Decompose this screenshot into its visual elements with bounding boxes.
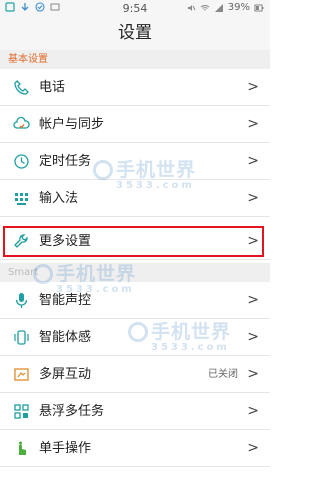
motion-phone-icon — [14, 330, 29, 345]
settings-item-label: 悬浮多任务 — [39, 404, 105, 419]
clock-icon — [14, 154, 29, 169]
section-header-basic: 基本设置 — [0, 50, 270, 69]
chevron-right-icon: > — [247, 403, 259, 419]
chevron-right-icon: > — [247, 190, 259, 206]
settings-item-account-sync[interactable]: 帐户与同步 > — [0, 106, 270, 143]
settings-item-voice-control[interactable]: 智能声控 > — [0, 282, 270, 319]
multiscreen-icon — [14, 368, 29, 381]
settings-item-label: 智能体感 — [39, 330, 92, 345]
settings-item-label: 电话 — [39, 80, 66, 95]
settings-item-label: 智能声控 — [39, 293, 92, 308]
settings-item-scheduled-tasks[interactable]: 定时任务 > — [0, 143, 270, 180]
settings-item-label: 输入法 — [39, 191, 79, 206]
chevron-right-icon: > — [247, 116, 259, 132]
section-header-smart: Smart — [0, 263, 270, 282]
mute-icon — [187, 4, 196, 11]
status-text: 已关闭 — [208, 369, 238, 380]
phone-icon — [14, 80, 29, 95]
settings-item-phone[interactable]: 电话 > — [0, 69, 270, 106]
settings-item-label: 单手操作 — [39, 441, 92, 456]
one-hand-icon — [19, 441, 26, 455]
battery-percent: 39% — [227, 2, 250, 13]
chevron-right-icon: > — [247, 292, 259, 308]
settings-item-input-method[interactable]: 输入法 > — [0, 180, 270, 217]
chevron-right-icon: > — [247, 329, 259, 345]
chevron-right-icon: > — [247, 153, 259, 169]
keyboard-icon — [15, 193, 28, 205]
status-right-icons: 39% — [186, 2, 264, 13]
highlight-box — [3, 226, 264, 257]
status-bar: 9:54 39% — [0, 0, 270, 17]
floating-tasks-icon — [14, 404, 29, 419]
settings-item-label: 定时任务 — [39, 154, 92, 169]
settings-item-multiscreen[interactable]: 多屏互动 已关闭 > — [0, 356, 270, 393]
signal-icon — [214, 3, 223, 12]
settings-item-one-hand[interactable]: 单手操作 > — [0, 430, 270, 467]
chevron-right-icon: > — [247, 366, 259, 382]
microphone-icon — [15, 293, 28, 308]
settings-item-motion-sensing[interactable]: 智能体感 > — [0, 319, 270, 356]
chevron-right-icon: > — [247, 79, 259, 95]
settings-item-label: 多屏互动 — [39, 367, 92, 382]
page-title: 设置 — [0, 17, 270, 50]
wifi-icon — [200, 4, 210, 10]
settings-item-label: 帐户与同步 — [39, 117, 105, 132]
settings-item-floating-tasks[interactable]: 悬浮多任务 > — [0, 393, 270, 430]
battery-icon — [254, 4, 264, 11]
cloud-sync-icon — [13, 116, 30, 129]
chevron-right-icon: > — [247, 440, 259, 456]
